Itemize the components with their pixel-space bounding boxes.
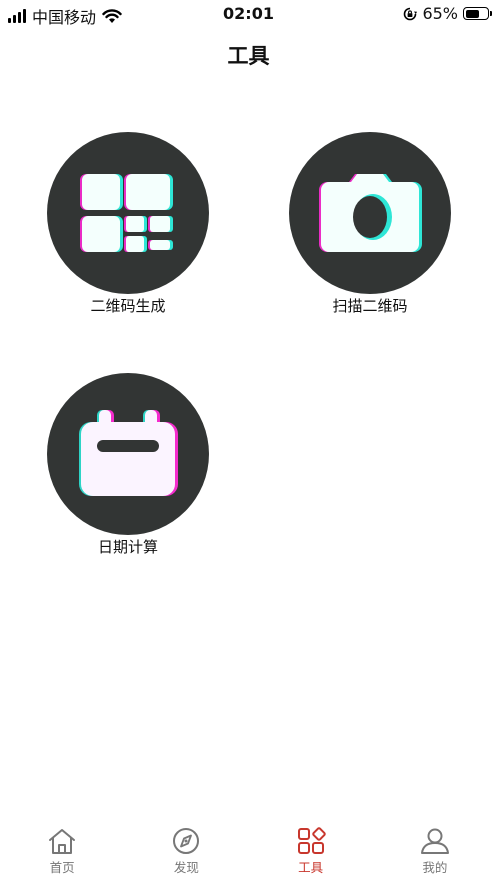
- tool-qr-scan-label: 扫描二维码: [332, 297, 408, 315]
- screen: 中国移动 02:01 65% 工具 二维码生成 扫描二维码 日期计算 首页 发现…: [0, 0, 497, 883]
- qr-grid-icon: [80, 174, 173, 252]
- tab-discover[interactable]: 发现: [124, 821, 248, 883]
- tab-bar: 首页 发现 工具 我的: [0, 821, 497, 883]
- battery-percent: 65%: [422, 4, 458, 23]
- tool-qr-scan[interactable]: 扫描二维码: [270, 132, 470, 316]
- status-right: 65%: [403, 4, 492, 23]
- tab-tools[interactable]: 工具: [249, 821, 373, 883]
- tool-date-calc-label: 日期计算: [97, 538, 158, 556]
- tool-date-calc-circle[interactable]: [47, 373, 209, 535]
- user-icon: [420, 828, 449, 854]
- tools-icon: [297, 827, 326, 854]
- tool-qr-generate-circle[interactable]: [47, 132, 209, 294]
- home-icon: [49, 829, 76, 854]
- tab-me-label: 我的: [422, 860, 448, 875]
- battery-icon: [463, 7, 492, 20]
- tab-tools-label: 工具: [298, 860, 324, 875]
- tool-qr-generate-label: 二维码生成: [90, 297, 166, 315]
- calendar-icon: [79, 410, 178, 496]
- compass-icon: [173, 828, 200, 854]
- tab-discover-label: 发现: [173, 860, 199, 875]
- page-title: 工具: [227, 44, 270, 68]
- tab-home[interactable]: 首页: [0, 821, 124, 883]
- tool-qr-scan-circle[interactable]: [289, 132, 451, 294]
- tab-home-label: 首页: [49, 860, 75, 875]
- orientation-lock-icon: [404, 7, 418, 20]
- battery-fill: [465, 9, 480, 18]
- status-bar: 中国移动 02:01 65%: [0, 0, 497, 30]
- tool-date-calc[interactable]: 日期计算: [28, 373, 228, 557]
- tool-qr-generate[interactable]: 二维码生成: [28, 132, 228, 316]
- tab-me[interactable]: 我的: [373, 821, 497, 883]
- camera-icon: [319, 174, 422, 252]
